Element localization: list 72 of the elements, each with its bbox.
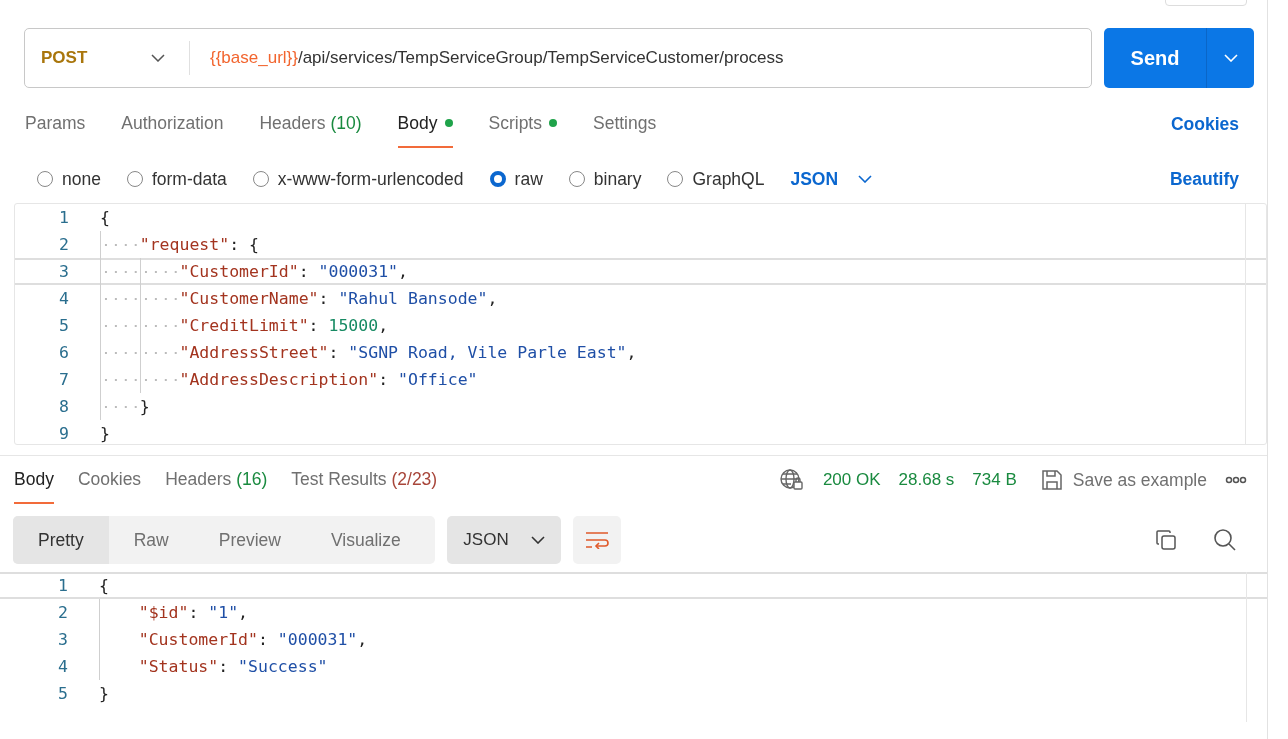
view-mode-tab[interactable]: Raw [108,516,194,564]
line-number: 6 [58,343,69,362]
code-editor[interactable]: 1 { 2 "$id": "1", 3 "CustomerId": "000031", 4 "Status": "Success" 5 } [0,572,1267,722]
body-mode-radio[interactable]: x-www-form-urlencoded [252,168,464,190]
code-line: 3 "CustomerId": "000031", [0,626,1267,653]
copy-icon[interactable] [1155,529,1177,551]
code-line: 4 "Status": "Success" [0,653,1267,680]
line-number: 3 [58,262,69,281]
body-mode-radio[interactable]: binary [568,168,642,190]
wrap-lines-icon [585,531,609,549]
chevron-down-icon [1223,54,1238,62]
line-number: 2 [57,603,68,622]
method-dropdown[interactable]: POST [25,41,190,75]
line-number: 9 [58,424,69,443]
cookies-link[interactable]: Cookies [1170,113,1239,135]
body-mode-radio[interactable]: raw [489,168,543,190]
view-mode-tab[interactable]: Pretty [13,516,109,564]
line-number: 4 [57,657,68,676]
request-tab[interactable]: Scripts [488,100,557,148]
status-code: 200 OK [822,470,881,490]
globe-lock-icon [778,468,805,492]
chevron-down-icon [858,175,873,183]
line-number: 2 [58,235,69,254]
send-button[interactable]: Send [1104,28,1207,88]
response-tab[interactable]: Cookies [77,456,142,504]
body-mode-radio[interactable]: GraphQL [667,168,765,190]
code-line: 2 "$id": "1", [0,599,1267,626]
code-line: 1 { [0,572,1267,599]
request-tab[interactable]: Settings [593,100,657,148]
response-tab[interactable]: Body [14,456,54,504]
code-line: 4 "CustomerName": "Rahul Bansode", [15,285,1266,312]
line-number: 8 [58,397,69,416]
request-tab[interactable]: Headers (10) [259,100,362,148]
view-mode-tab[interactable]: Visualize [306,516,426,564]
view-mode-tab[interactable]: Preview [193,516,306,564]
format-dropdown[interactable]: JSON [447,516,561,564]
response-size: 734 B [972,470,1017,490]
response-tab[interactable]: Test Results (2/23) [291,456,438,504]
body-mode-radio[interactable]: form-data [126,168,227,190]
code-line: 8 } [15,393,1266,420]
save-as-example-button[interactable]: Save as example [1040,469,1207,491]
code-line: 3 "CustomerId": "000031", [15,258,1266,285]
code-editor[interactable]: 1 { 2 "request": { 3 "CustomerId": "000031", 4 "CustomerName": "Rahul Bansode", 5 "CreditLimit": 15000, 6 "AddressStreet": "SGNP Road, Vile Parle East", 7 "AddressDescription": "Office" 8 } 9 } [14,203,1267,445]
code-line: 7 "AddressDescription": "Office" [15,366,1266,393]
url-text[interactable]: {{base_url}}/api/services/TempServiceGroup/TempServiceCustomer/process [190,48,784,68]
response-tab[interactable]: Headers (16) [165,456,268,504]
beautify-link[interactable]: Beautify [1169,168,1239,190]
request-tab[interactable]: Params [25,100,86,148]
more-options-icon[interactable] [1225,476,1247,484]
line-number: 5 [58,316,69,335]
chevron-down-icon [151,54,165,62]
line-number: 3 [57,630,68,649]
request-tab[interactable]: Authorization [121,100,224,148]
code-line: 6 "AddressStreet": "SGNP Road, Vile Parle East", [15,339,1266,366]
line-number: 5 [57,684,68,703]
request-tab[interactable]: Body [397,100,453,148]
line-number: 1 [58,208,69,227]
code-line: 5 "CreditLimit": 15000, [15,312,1266,339]
code-line: 1 { [15,204,1266,231]
url-bar[interactable]: POST {{base_url}}/api/services/TempServiceGroup/TempServiceCustomer/process [24,28,1092,88]
save-icon [1040,469,1063,491]
search-icon[interactable] [1213,528,1237,552]
response-time: 28.68 s [898,470,955,490]
chevron-down-icon [530,536,545,544]
format-dropdown[interactable]: JSON [790,168,873,190]
code-line: 2 "request": { [15,231,1266,258]
body-mode-radio[interactable]: none [37,168,101,190]
line-number: 1 [57,576,68,595]
code-line: 5 } [0,680,1267,707]
line-number: 7 [58,370,69,389]
code-line: 9 } [15,420,1266,447]
line-number: 4 [58,289,69,308]
